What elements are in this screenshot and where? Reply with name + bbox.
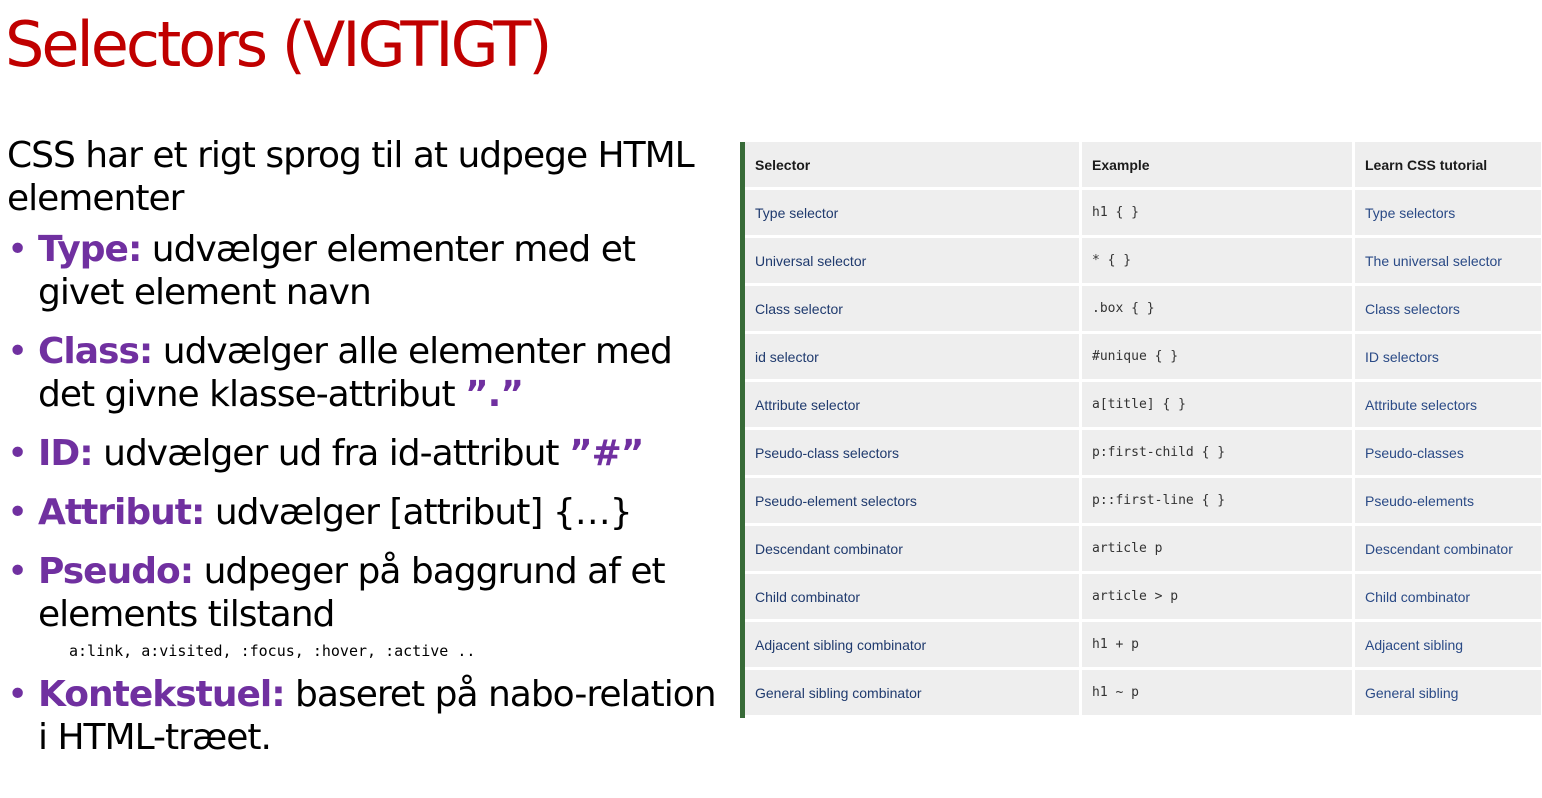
- bullet-keyword: Pseudo:: [38, 551, 194, 592]
- tutorial-link[interactable]: Class selectors: [1355, 286, 1541, 334]
- selector-table-container: Selector Example Learn CSS tutorial Type…: [740, 142, 1542, 718]
- bullet-icon: •: [7, 551, 28, 592]
- slide-title: Selectors (VIGTIGT): [5, 8, 552, 81]
- pseudo-code-example: a:link, a:visited, :focus, :hover, :acti…: [69, 642, 476, 660]
- example-code: h1 { }: [1082, 190, 1355, 238]
- table-row: Attribute selector a[title] { } Attribut…: [745, 382, 1541, 430]
- selector-name-link[interactable]: Pseudo-element selectors: [745, 478, 1082, 526]
- selector-name-link[interactable]: Class selector: [745, 286, 1082, 334]
- selector-name-link[interactable]: Descendant combinator: [745, 526, 1082, 574]
- tutorial-link[interactable]: Descendant combinator: [1355, 526, 1541, 574]
- bullet-class: • Class: udvælger alle elementer med det …: [7, 330, 719, 416]
- selector-name-link[interactable]: Type selector: [745, 190, 1082, 238]
- bullet-symbol: ”#”: [568, 433, 644, 474]
- tutorial-link[interactable]: Adjacent sibling: [1355, 622, 1541, 670]
- selector-name-link[interactable]: id selector: [745, 334, 1082, 382]
- bullet-icon: •: [7, 331, 28, 372]
- table-row: Child combinator article > p Child combi…: [745, 574, 1541, 622]
- table-header-row: Selector Example Learn CSS tutorial: [745, 142, 1541, 190]
- bullet-icon: •: [7, 229, 28, 270]
- tutorial-link[interactable]: Attribute selectors: [1355, 382, 1541, 430]
- bullet-text: udvælger ud fra id-attribut: [92, 433, 569, 474]
- tutorial-link[interactable]: Type selectors: [1355, 190, 1541, 238]
- selector-name-link[interactable]: Adjacent sibling combinator: [745, 622, 1082, 670]
- selector-name-link[interactable]: General sibling combinator: [745, 670, 1082, 718]
- tutorial-link[interactable]: ID selectors: [1355, 334, 1541, 382]
- bullet-symbol: ”.”: [465, 374, 524, 415]
- header-example: Example: [1082, 142, 1355, 190]
- selector-name-link[interactable]: Child combinator: [745, 574, 1082, 622]
- bullet-icon: •: [7, 492, 28, 533]
- header-selector: Selector: [745, 142, 1082, 190]
- example-code: h1 + p: [1082, 622, 1355, 670]
- example-code: * { }: [1082, 238, 1355, 286]
- bullet-icon: •: [7, 674, 28, 715]
- bullet-text: udvælger [attribut] {…}: [204, 492, 633, 533]
- tutorial-link[interactable]: The universal selector: [1355, 238, 1541, 286]
- table-row: id selector #unique { } ID selectors: [745, 334, 1541, 382]
- example-code: article > p: [1082, 574, 1355, 622]
- intro-text: CSS har et rigt sprog til at udpege HTML…: [7, 135, 695, 219]
- bullet-type: • Type: udvælger elementer med et givet e…: [7, 228, 719, 314]
- table-row: Adjacent sibling combinator h1 + p Adjac…: [745, 622, 1541, 670]
- example-code: #unique { }: [1082, 334, 1355, 382]
- table-row: Pseudo-class selectors p:first-child { }…: [745, 430, 1541, 478]
- selector-bullet-list: • Type: udvælger elementer med et givet e…: [7, 228, 719, 759]
- example-code: .box { }: [1082, 286, 1355, 334]
- tutorial-link[interactable]: Pseudo-classes: [1355, 430, 1541, 478]
- table-row: Descendant combinator article p Descenda…: [745, 526, 1541, 574]
- example-code: p:first-child { }: [1082, 430, 1355, 478]
- content-column: CSS har et rigt sprog til at udpege HTML…: [7, 134, 719, 775]
- example-code: article p: [1082, 526, 1355, 574]
- selector-name-link[interactable]: Universal selector: [745, 238, 1082, 286]
- bullet-keyword: Type:: [38, 229, 142, 270]
- bullet-id: • ID: udvælger ud fra id-attribut ”#”: [7, 432, 719, 475]
- table-row: General sibling combinator h1 ~ p Genera…: [745, 670, 1541, 718]
- bullet-kontekstuel: • Kontekstuel: baseret på nabo-relation i…: [7, 673, 719, 759]
- bullet-keyword: Kontekstuel:: [38, 674, 286, 715]
- bullet-keyword: ID:: [38, 433, 94, 474]
- tutorial-link[interactable]: General sibling: [1355, 670, 1541, 718]
- tutorial-link[interactable]: Pseudo-elements: [1355, 478, 1541, 526]
- selector-name-link[interactable]: Attribute selector: [745, 382, 1082, 430]
- bullet-icon: •: [7, 433, 28, 474]
- bullet-keyword: Class:: [38, 331, 153, 372]
- header-tutorial: Learn CSS tutorial: [1355, 142, 1541, 190]
- bullet-pseudo: • Pseudo: udpeger på baggrund af et eleme…: [7, 550, 719, 663]
- example-code: a[title] { }: [1082, 382, 1355, 430]
- table-row: Pseudo-element selectors p::first-line {…: [745, 478, 1541, 526]
- table-row: Type selector h1 { } Type selectors: [745, 190, 1541, 238]
- selector-table: Selector Example Learn CSS tutorial Type…: [745, 142, 1541, 718]
- bullet-attribut: • Attribut: udvælger [attribut] {…}: [7, 491, 719, 534]
- selector-name-link[interactable]: Pseudo-class selectors: [745, 430, 1082, 478]
- example-code: p::first-line { }: [1082, 478, 1355, 526]
- example-code: h1 ~ p: [1082, 670, 1355, 718]
- tutorial-link[interactable]: Child combinator: [1355, 574, 1541, 622]
- table-row: Class selector .box { } Class selectors: [745, 286, 1541, 334]
- table-row: Universal selector * { } The universal s…: [745, 238, 1541, 286]
- bullet-keyword: Attribut:: [38, 492, 205, 533]
